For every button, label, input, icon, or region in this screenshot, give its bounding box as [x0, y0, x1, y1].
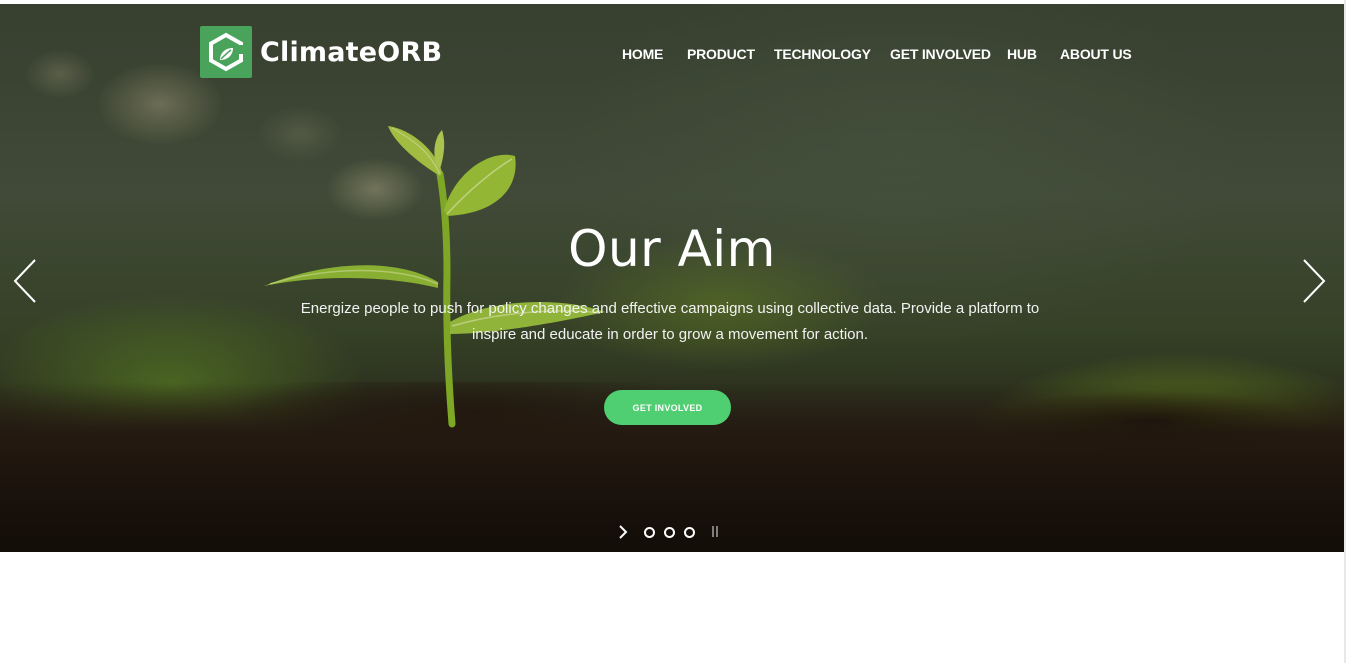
- hero-description: Energize people to push for policy chang…: [300, 300, 1040, 343]
- slider-dot-1[interactable]: [644, 527, 655, 538]
- get-involved-button[interactable]: GET INVOLVED: [604, 390, 731, 425]
- nav-item-get-involved[interactable]: GET INVOLVED: [890, 46, 991, 62]
- nav-item-technology[interactable]: TECHNOLOGY: [774, 46, 871, 62]
- nav-item-about-us[interactable]: ABOUT US: [1060, 46, 1132, 62]
- hero-overlay: [0, 4, 1344, 552]
- nav-item-home[interactable]: HOME: [622, 46, 663, 62]
- slider-dot-3[interactable]: [684, 527, 695, 538]
- nav-item-hub[interactable]: HUB: [1007, 46, 1037, 62]
- slider-dot-2[interactable]: [664, 527, 675, 538]
- main-nav: HOME PRODUCT TECHNOLOGY GET INVOLVED HUB…: [0, 46, 1344, 70]
- play-icon[interactable]: [618, 525, 628, 539]
- hero-slider: ClimateORB HOME PRODUCT TECHNOLOGY GET I…: [0, 4, 1344, 552]
- hero-title: Our Aim: [568, 220, 776, 278]
- nav-item-product[interactable]: PRODUCT: [687, 46, 755, 62]
- pause-icon[interactable]: [712, 526, 720, 538]
- page: ClimateORB HOME PRODUCT TECHNOLOGY GET I…: [0, 0, 1346, 663]
